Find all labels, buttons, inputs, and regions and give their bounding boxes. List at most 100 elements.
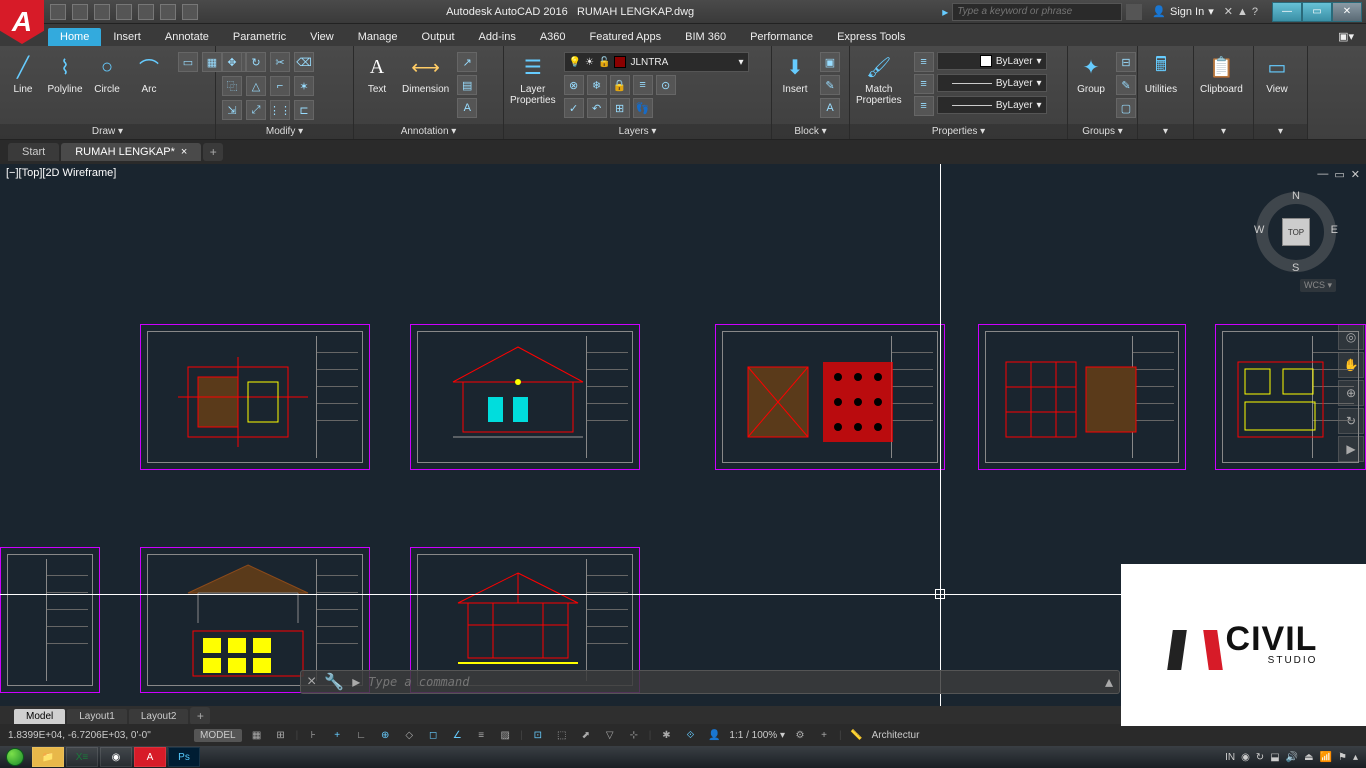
erase-icon[interactable]: ⌫ bbox=[294, 52, 314, 72]
panel-utilities-title[interactable]: ▾ bbox=[1138, 124, 1193, 139]
line-button[interactable]: ╱Line bbox=[6, 52, 40, 95]
group-button[interactable]: ✦Group bbox=[1074, 52, 1108, 95]
maximize-button[interactable]: ▭ bbox=[1302, 2, 1332, 22]
close-button[interactable]: ✕ bbox=[1332, 2, 1362, 22]
workspace-label[interactable]: Architectur bbox=[872, 730, 920, 741]
utilities-button[interactable]: 🖩Utilities bbox=[1144, 52, 1178, 95]
wcs-label[interactable]: WCS ▾ bbox=[1300, 279, 1336, 292]
scale-label[interactable]: 1:1 / 100% ▾ bbox=[729, 730, 785, 741]
tab-manage[interactable]: Manage bbox=[346, 28, 410, 46]
drawing-frame[interactable] bbox=[978, 324, 1186, 470]
panel-clipboard-title[interactable]: ▾ bbox=[1194, 124, 1253, 139]
layout-tab-2[interactable]: Layout2 bbox=[129, 709, 189, 724]
viewcube-s[interactable]: S bbox=[1292, 262, 1299, 274]
workspace-gear-icon[interactable]: ⚙ bbox=[791, 726, 809, 744]
signin-button[interactable]: 👤 Sign In ▾ bbox=[1146, 5, 1219, 18]
qat-save-icon[interactable] bbox=[94, 4, 110, 20]
layer-match-icon[interactable]: ≡ bbox=[633, 75, 653, 95]
explode-icon[interactable]: ✶ bbox=[294, 76, 314, 96]
group-bb-icon[interactable]: ▢ bbox=[1116, 98, 1136, 118]
polar-icon[interactable]: ⊕ bbox=[376, 726, 394, 744]
tab-express[interactable]: Express Tools bbox=[825, 28, 917, 46]
layout-tab-1[interactable]: Layout1 bbox=[67, 709, 127, 724]
qat-saveas-icon[interactable] bbox=[116, 4, 132, 20]
viewport-label[interactable]: [−][Top][2D Wireframe] bbox=[4, 166, 118, 180]
create-block-icon[interactable]: ▣ bbox=[820, 52, 840, 72]
ortho-icon[interactable]: ∟ bbox=[352, 726, 370, 744]
3dosnap-icon[interactable]: ⬚ bbox=[553, 726, 571, 744]
viewcube-w[interactable]: W bbox=[1254, 224, 1264, 236]
mtext-icon[interactable]: A bbox=[457, 98, 477, 118]
fillet-icon[interactable]: ⌐ bbox=[270, 76, 290, 96]
copy-icon[interactable]: ⿻ bbox=[222, 76, 242, 96]
tray-dropbox-icon[interactable]: ⬓ bbox=[1270, 752, 1279, 763]
leader-icon[interactable]: ↗ bbox=[457, 52, 477, 72]
start-button[interactable] bbox=[0, 746, 30, 768]
selection-filter-icon[interactable]: ▽ bbox=[601, 726, 619, 744]
taskbar-explorer-icon[interactable]: 📁 bbox=[32, 747, 64, 767]
layer-iso-icon[interactable]: ⊙ bbox=[656, 75, 676, 95]
units-icon[interactable]: 📏 bbox=[848, 726, 866, 744]
dyn-ucs-icon[interactable]: ⬈ bbox=[577, 726, 595, 744]
prop-icon3[interactable]: ≡ bbox=[914, 96, 934, 116]
model-space-toggle[interactable]: MODEL bbox=[194, 729, 242, 742]
taskbar-photoshop-icon[interactable]: Ps bbox=[168, 747, 200, 767]
viewcube-e[interactable]: E bbox=[1331, 224, 1338, 236]
layout-tab-model[interactable]: Model bbox=[14, 709, 65, 724]
attr-icon[interactable]: A bbox=[820, 98, 840, 118]
ungroup-icon[interactable]: ⊟ bbox=[1116, 52, 1136, 72]
qat-plot-icon[interactable] bbox=[138, 4, 154, 20]
panel-draw-title[interactable]: Draw ▾ bbox=[0, 124, 215, 139]
snap-icon[interactable]: ⊞ bbox=[272, 726, 290, 744]
exchange-icon[interactable]: ✕ bbox=[1224, 5, 1233, 18]
selection-cycling-icon[interactable]: ⊡ bbox=[529, 726, 547, 744]
lineweight-icon[interactable]: ≡ bbox=[472, 726, 490, 744]
color-dropdown[interactable]: ByLayer▾ bbox=[937, 52, 1047, 70]
tray-network-icon[interactable]: 📶 bbox=[1320, 752, 1332, 763]
panel-annotation-title[interactable]: Annotation ▾ bbox=[354, 124, 503, 139]
layer-lock-icon[interactable]: 🔒 bbox=[610, 75, 630, 95]
tab-parametric[interactable]: Parametric bbox=[221, 28, 298, 46]
tab-insert[interactable]: Insert bbox=[101, 28, 153, 46]
qat-redo-icon[interactable] bbox=[182, 4, 198, 20]
qat-open-icon[interactable] bbox=[72, 4, 88, 20]
qat-new-icon[interactable] bbox=[50, 4, 66, 20]
tray-chrome-icon[interactable]: ◉ bbox=[1241, 752, 1250, 763]
layer-previous-icon[interactable]: ↶ bbox=[587, 98, 607, 118]
drawing-frame[interactable] bbox=[0, 547, 100, 693]
layer-walk-icon[interactable]: 👣 bbox=[633, 98, 653, 118]
taskbar-autocad-icon[interactable]: A bbox=[134, 747, 166, 767]
infer-icon[interactable]: ⊦ bbox=[304, 726, 322, 744]
offset-icon[interactable]: ⊏ bbox=[294, 100, 314, 120]
prop-icon2[interactable]: ≡ bbox=[914, 74, 934, 94]
panel-view-title[interactable]: ▾ bbox=[1254, 124, 1307, 139]
panel-modify-title[interactable]: Modify ▾ bbox=[216, 124, 353, 139]
customize-icon[interactable]: 🔧 bbox=[324, 672, 344, 692]
drawing-frame[interactable] bbox=[715, 324, 945, 470]
dimension-button[interactable]: ⟷Dimension bbox=[402, 52, 449, 95]
gizmo-icon[interactable]: ⊹ bbox=[625, 726, 643, 744]
tab-start[interactable]: Start bbox=[8, 143, 59, 161]
iso-icon[interactable]: ◇ bbox=[400, 726, 418, 744]
layer-dropdown[interactable]: 💡☀🔓 JLNTRA ▾ bbox=[564, 52, 749, 72]
mirror-icon[interactable]: △ bbox=[246, 76, 266, 96]
viewcube-face[interactable]: TOP bbox=[1282, 218, 1310, 246]
paste-button[interactable]: 📋Clipboard bbox=[1200, 52, 1243, 95]
expand-icon[interactable]: ▴ bbox=[1105, 672, 1113, 692]
new-tab-button[interactable]: + bbox=[203, 143, 223, 161]
language-indicator[interactable]: IN bbox=[1225, 752, 1235, 763]
recent-icon[interactable]: ▸ bbox=[352, 672, 360, 692]
rectangle-icon[interactable]: ▭ bbox=[178, 52, 198, 72]
vp-minimize-icon[interactable]: — bbox=[1317, 168, 1328, 181]
vp-maximize-icon[interactable]: ▭ bbox=[1334, 168, 1344, 181]
viewcube[interactable]: TOP N S E W bbox=[1256, 192, 1336, 272]
layer-freeze-icon[interactable]: ❄ bbox=[587, 75, 607, 95]
scale-icon[interactable]: ⤢ bbox=[246, 100, 266, 120]
move-icon[interactable]: ✥ bbox=[222, 52, 242, 72]
close-icon[interactable]: × bbox=[181, 146, 187, 158]
match-properties-button[interactable]: 🖌Match Properties bbox=[856, 52, 902, 106]
edit-block-icon[interactable]: ✎ bbox=[820, 75, 840, 95]
close-icon[interactable]: × bbox=[307, 673, 316, 691]
transparency-icon[interactable]: ▨ bbox=[496, 726, 514, 744]
panel-properties-title[interactable]: Properties ▾ bbox=[850, 124, 1067, 139]
